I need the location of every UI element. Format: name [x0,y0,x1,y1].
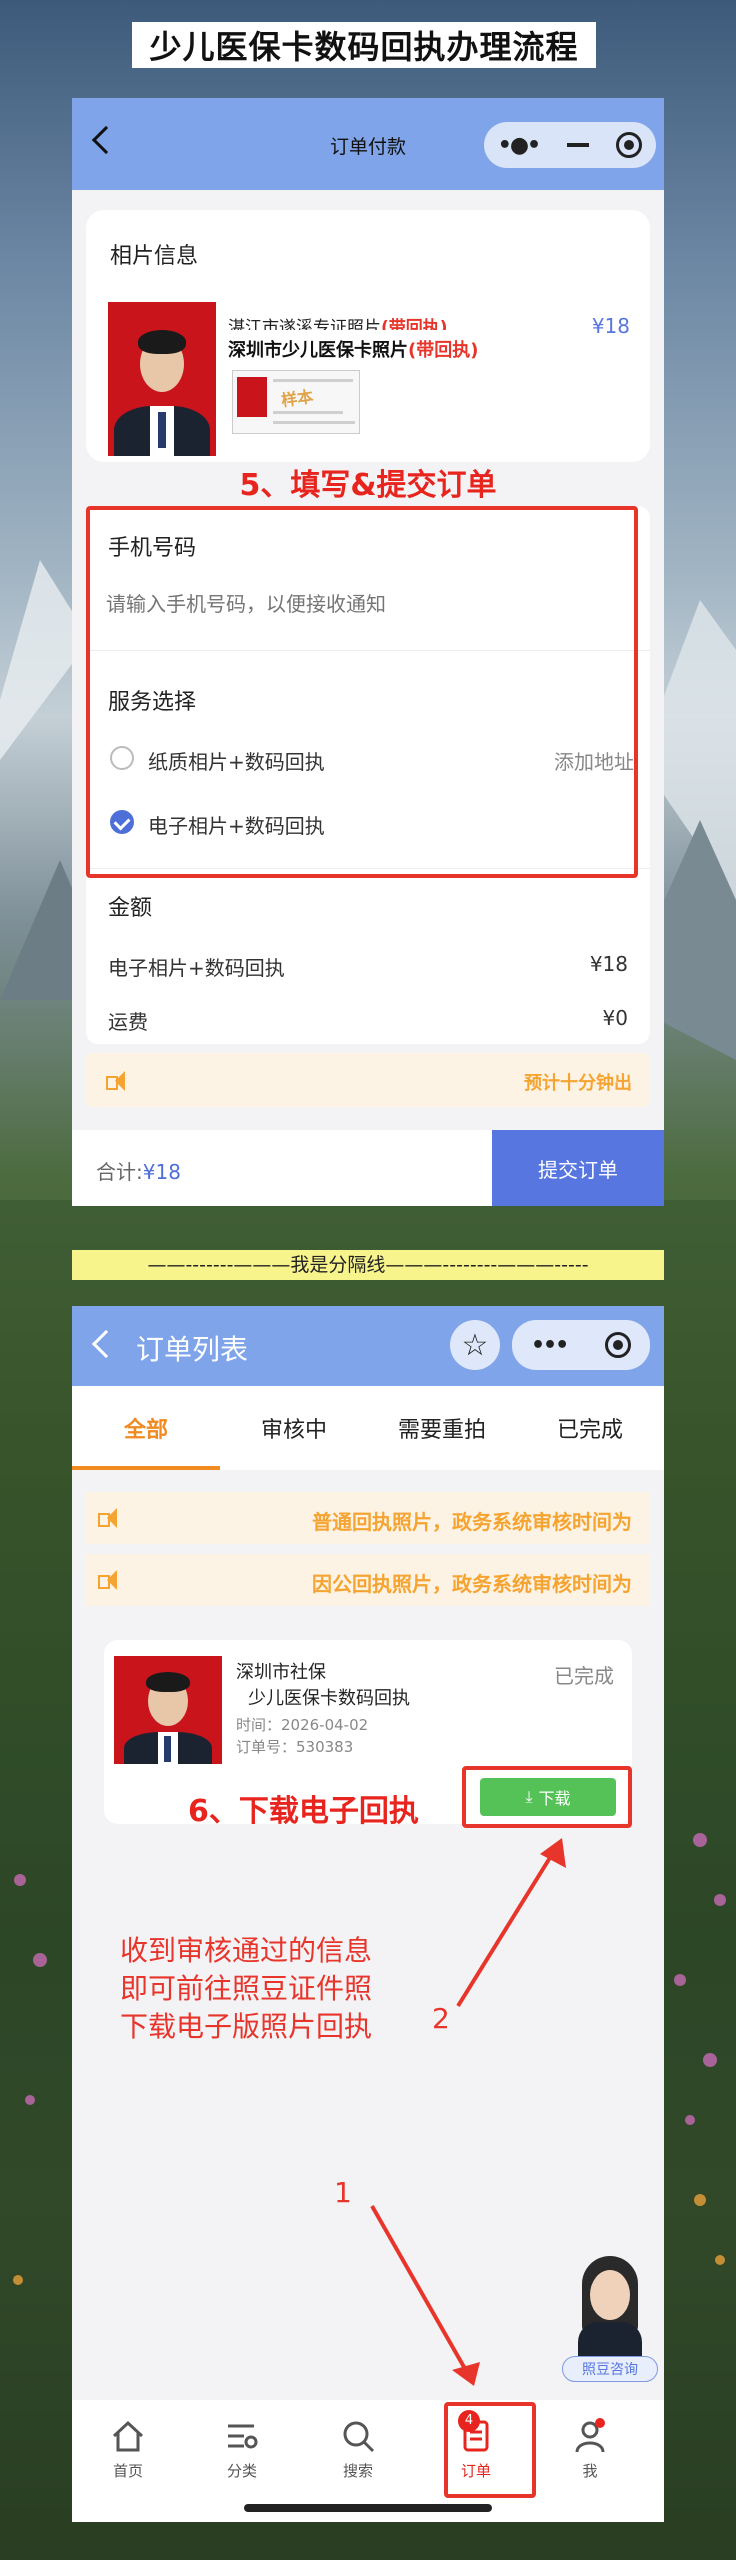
highlight-box [462,1766,632,1828]
sample-stamp: 样本 [280,386,315,411]
photo-info-card: 相片信息 湛江市遂溪专证照片(带回执) 深圳市少儿医保卡照片(带回执) ¥18 [86,210,650,462]
arrow-head-icon [452,2362,480,2386]
order-status: 已完成 [554,1664,614,1688]
notice-text: 因公回执照片，政务系统审核时间为 [312,1572,632,1596]
notice-bar: 预计十分钟出 [86,1053,650,1107]
tab-completed[interactable]: 已完成 [516,1386,664,1470]
search-icon [340,2418,376,2454]
divider-label: ——-------———我是分隔线———--------———----- [72,1250,664,1280]
step5-label: 5、填写&提交订单 [239,468,497,503]
home-icon [110,2418,146,2454]
order-number: 订单号：530383 [236,1738,354,1756]
minimize-icon[interactable] [566,143,589,147]
tab-profile[interactable]: 我 [550,2418,630,2481]
notice-text: 预计十分钟出 [524,1073,632,1094]
shipping-label: 运费 [108,1010,148,1034]
checkout-footer: 合计:¥18 提交订单 [72,1130,664,1206]
photo-price: ¥18 [591,314,630,338]
total: 合计:¥18 [96,1160,181,1184]
tab-category[interactable]: 分类 [202,2418,282,2481]
notice-bar: 普通回执照片，政务系统审核时间为 [86,1492,650,1544]
tab-reviewing[interactable]: 审核中 [220,1386,368,1470]
order-title: 深圳市社保 [236,1662,326,1683]
speaker-icon [106,1071,128,1091]
order-subtitle: 少儿医保卡数码回执 [248,1688,410,1709]
id-photo-thumbnail [108,302,216,456]
marker-1: 1 [334,2176,352,2209]
nav-bar: 订单列表 ☆ ••• [72,1306,664,1386]
home-indicator [244,2504,492,2512]
tab-all[interactable]: 全部 [72,1386,220,1470]
instruction-text: 收到审核通过的信息 即可前往照豆证件照 下载电子版照片回执 [120,1934,373,2043]
photo-name-overlap: 湛江市遂溪专证照片(带回执) [228,318,448,330]
arrow-head-icon [540,1838,566,1868]
shipping-value: ¥0 [602,1006,628,1030]
mini-program-capsule: •●• [484,122,656,168]
tab-retake[interactable]: 需要重拍 [368,1386,516,1470]
tab-home[interactable]: 首页 [88,2418,168,2481]
photo-section-title: 相片信息 [110,244,199,269]
order-payment-screen: 订单付款 •●• 相片信息 湛江市遂溪专证照片(带回执) 深圳市少儿医保卡照片(… [72,98,664,1206]
id-photo-thumbnail [114,1656,222,1764]
receipt-sample-image: 样本 [232,370,360,434]
amount-row-value: ¥18 [589,952,628,976]
marker-2: 2 [432,2002,450,2035]
speaker-icon [98,1570,120,1590]
close-target-icon[interactable] [605,1332,632,1358]
order-time: 时间：2026-04-02 [236,1716,369,1734]
highlight-box [86,506,638,878]
consult-avatar[interactable]: 照豆咨询 [562,2256,658,2384]
amount-title: 金额 [108,896,153,921]
order-tabs: 全部 审核中 需要重拍 已完成 [72,1386,664,1470]
order-list-screen: 订单列表 ☆ ••• 全部 审核中 需要重拍 已完成 普通回执照片，政务系统审核… [72,1306,664,2522]
consult-button[interactable]: 照豆咨询 [562,2356,658,2382]
notice-text: 普通回执照片，政务系统审核时间为 [312,1510,632,1534]
step6-label: 6、下载电子回执 [188,1794,419,1829]
back-icon[interactable] [91,1329,121,1359]
photo-name: 深圳市少儿医保卡照片(带回执) [228,340,479,361]
category-icon [224,2418,260,2454]
more-icon[interactable]: ••• [531,1333,569,1358]
close-target-icon[interactable] [616,132,643,158]
highlight-box [444,2402,536,2498]
more-icon[interactable]: •●• [498,133,541,158]
banner-title: 少儿医保卡数码回执办理流程 [132,22,596,68]
submit-order-button[interactable]: 提交订单 [492,1130,664,1206]
mini-program-capsule: ••• [512,1320,650,1370]
notice-bar: 因公回执照片，政务系统审核时间为 [86,1554,650,1606]
speaker-icon [98,1508,120,1528]
star-icon[interactable]: ☆ [450,1320,500,1370]
tab-search[interactable]: 搜索 [318,2418,398,2481]
profile-icon [572,2418,608,2454]
amount-row-label: 电子相片+数码回执 [108,956,285,980]
nav-title: 订单列表 [136,1333,249,1366]
nav-bar: 订单付款 •●• [72,98,664,190]
